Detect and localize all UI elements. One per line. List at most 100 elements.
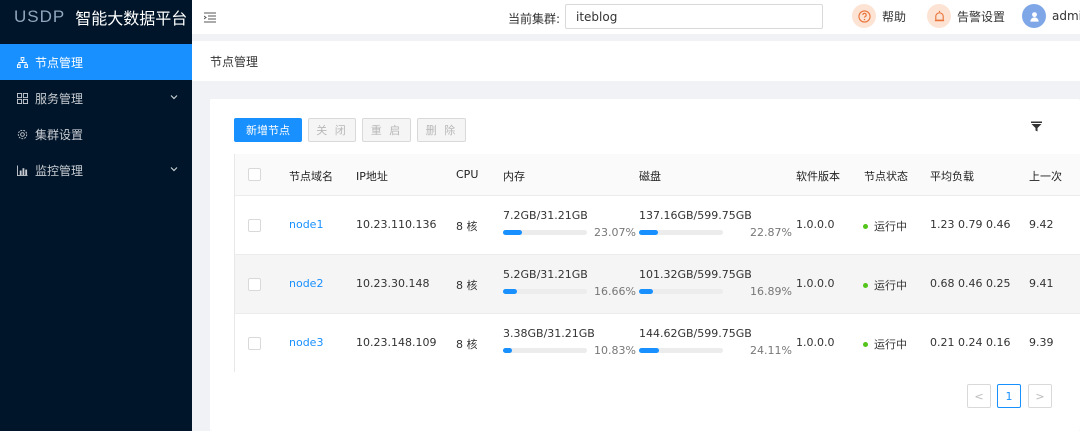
table-row[interactable]: node3 10.23.148.109 8 核 3.38GB/31.21GB 1…: [235, 314, 1080, 372]
next-page-button[interactable]: >: [1028, 384, 1052, 408]
logo-mark: USDP: [14, 7, 66, 26]
user-name: admin: [1052, 9, 1080, 23]
ip-address: 10.23.148.109: [356, 336, 437, 349]
status-text: 运行中: [874, 220, 907, 233]
delete-button[interactable]: 删 除: [417, 118, 466, 142]
memory-usage-text: 3.38GB/31.21GB: [503, 327, 595, 340]
disk-progress-fill: [639, 230, 659, 235]
average-load: 0.68 0.46 0.25: [930, 277, 1011, 290]
menu-fold-icon[interactable]: [204, 11, 216, 23]
node-name-link[interactable]: node2: [289, 277, 323, 290]
row-checkbox[interactable]: [248, 337, 261, 350]
disk-progress-bar: [639, 348, 723, 353]
column-header-disk: 磁盘: [639, 170, 661, 183]
sidebar-item-label: 节点管理: [35, 55, 84, 70]
sidebar-item-monitoring[interactable]: 监控管理: [0, 152, 192, 188]
breadcrumb-current: 节点管理: [210, 54, 259, 69]
disk-usage-text: 101.32GB/599.75GB: [639, 268, 752, 281]
filter-icon[interactable]: [1031, 121, 1042, 132]
user-menu[interactable]: admin: [1022, 4, 1080, 28]
chevron-down-icon: [170, 95, 178, 100]
breadcrumb: 节点管理: [192, 41, 1080, 81]
status-dot: [863, 223, 868, 229]
column-header-ip: IP地址: [356, 170, 388, 183]
close-button[interactable]: 关 闭: [308, 118, 356, 142]
cpu-cores: 8 核: [456, 220, 478, 233]
alert-settings-label: 告警设置: [957, 9, 1006, 24]
page-1-button[interactable]: 1: [997, 384, 1021, 408]
status-text: 运行中: [874, 279, 907, 292]
cluster-label: 当前集群:: [508, 12, 561, 26]
ip-address: 10.23.30.148: [356, 277, 430, 290]
app-title: 智能大数据平台: [75, 9, 188, 28]
column-header-version: 软件版本: [796, 170, 840, 183]
memory-progress-bar: [503, 230, 587, 235]
cluster-node-icon: [16, 56, 28, 68]
cluster-select-input[interactable]: [565, 4, 823, 29]
node-name-link[interactable]: node3: [289, 336, 323, 349]
status-dot: [863, 341, 868, 347]
sidebar-item-label: 服务管理: [35, 91, 84, 106]
disk-percent: 22.87%: [750, 226, 792, 239]
cpu-cores: 8 核: [456, 279, 478, 292]
memory-progress-bar: [503, 289, 587, 294]
top-header: 当前集群: 帮助 告警设置 admin: [192, 0, 1080, 34]
disk-usage-text: 137.16GB/599.75GB: [639, 209, 752, 222]
memory-progress-fill: [503, 348, 513, 353]
alarm-icon: [927, 4, 951, 28]
column-header-last: 上一次: [1029, 170, 1062, 183]
alert-settings-button[interactable]: 告警设置: [927, 4, 1005, 28]
node-table: 节点域名 IP地址 CPU 内存 磁盘 软件版本 节点状态 平均负载 上一次 n…: [234, 154, 1080, 372]
last-value: 9.42: [1029, 218, 1054, 231]
column-header-load: 平均负载: [930, 170, 974, 183]
sidebar-menu: 节点管理 服务管理 集群设置 监控管理: [0, 44, 192, 188]
help-label: 帮助: [882, 9, 907, 24]
column-header-memory: 内存: [503, 170, 525, 183]
disk-percent: 24.11%: [750, 344, 792, 357]
cpu-cores: 8 核: [456, 338, 478, 351]
prev-page-button[interactable]: <: [967, 384, 991, 408]
disk-progress-bar: [639, 289, 723, 294]
select-all-checkbox[interactable]: [248, 168, 261, 181]
last-value: 9.41: [1029, 277, 1054, 290]
table-row[interactable]: node2 10.23.30.148 8 核 5.2GB/31.21GB 16.…: [235, 255, 1080, 314]
row-checkbox[interactable]: [248, 278, 261, 291]
average-load: 0.21 0.24 0.16: [930, 336, 1011, 349]
sidebar-item-node-management[interactable]: 节点管理: [0, 44, 192, 80]
memory-percent: 23.07%: [594, 226, 636, 239]
sidebar-item-label: 集群设置: [35, 127, 84, 142]
disk-progress-fill: [639, 348, 660, 353]
node-status: 运行中: [863, 277, 907, 293]
node-status: 运行中: [863, 336, 907, 352]
average-load: 1.23 0.79 0.46: [930, 218, 1011, 231]
memory-usage-text: 5.2GB/31.21GB: [503, 268, 588, 281]
column-header-status: 节点状态: [864, 170, 908, 183]
ip-address: 10.23.110.136: [356, 218, 437, 231]
node-name-link[interactable]: node1: [289, 218, 323, 231]
disk-usage-text: 144.62GB/599.75GB: [639, 327, 752, 340]
node-list-card: 新增节点 关 闭 重 启 删 除 节点域名 IP地址 CPU 内存 磁盘 软件版…: [210, 99, 1080, 431]
status-text: 运行中: [874, 338, 907, 351]
chart-icon: [16, 164, 28, 176]
disk-progress-fill: [639, 289, 654, 294]
software-version: 1.0.0.0: [796, 277, 835, 290]
column-header-name: 节点域名: [289, 170, 333, 183]
memory-progress-bar: [503, 348, 587, 353]
table-row[interactable]: node1 10.23.110.136 8 核 7.2GB/31.21GB 23…: [235, 196, 1080, 255]
memory-progress-fill: [503, 289, 517, 294]
software-version: 1.0.0.0: [796, 336, 835, 349]
software-version: 1.0.0.0: [796, 218, 835, 231]
table-header: 节点域名 IP地址 CPU 内存 磁盘 软件版本 节点状态 平均负载 上一次: [235, 154, 1080, 196]
node-status: 运行中: [863, 218, 907, 234]
row-checkbox[interactable]: [248, 219, 261, 232]
memory-progress-fill: [503, 230, 523, 235]
sidebar-item-service-management[interactable]: 服务管理: [0, 80, 192, 116]
last-value: 9.39: [1029, 336, 1054, 349]
add-node-button[interactable]: 新增节点: [234, 118, 302, 142]
status-dot: [863, 282, 868, 288]
restart-button[interactable]: 重 启: [362, 118, 411, 142]
help-button[interactable]: 帮助: [852, 4, 906, 28]
disk-percent: 16.89%: [750, 285, 792, 298]
memory-percent: 10.83%: [594, 344, 636, 357]
sidebar-item-cluster-settings[interactable]: 集群设置: [0, 116, 192, 152]
